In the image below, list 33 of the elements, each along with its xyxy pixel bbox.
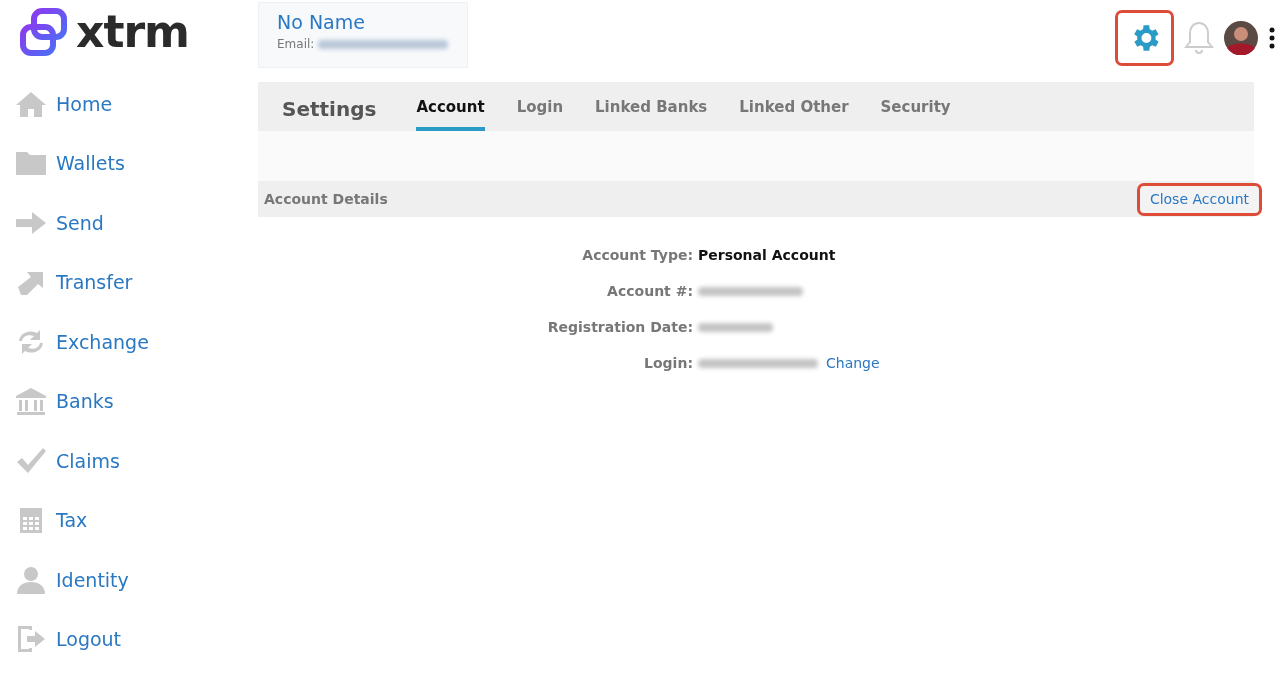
profile-name: No Name [277,10,366,35]
more-icon[interactable] [1268,27,1276,49]
field-label: Login: [643,354,693,373]
settings-button[interactable] [1115,10,1174,66]
logo-text: xtrm [76,10,189,54]
tab[interactable]: Login [516,82,564,131]
sidebar-item[interactable]: Wallets [15,133,250,193]
sidebar-item[interactable]: Send [15,193,250,253]
sidebar-item[interactable]: Transfer [15,252,250,312]
logout-icon [15,624,47,655]
sidebar-item[interactable]: Identity [15,550,250,610]
tab[interactable]: Linked Banks [595,82,708,131]
logo-icon [20,8,68,56]
sidebar-item[interactable]: Exchange [15,312,250,372]
avatar[interactable] [1224,21,1258,55]
email-label: Email: [277,37,315,51]
close-account-button[interactable]: Close Account [1136,182,1262,216]
bank-icon [15,386,47,417]
field-value: Personal Account [698,246,836,265]
section-title: Account Details [264,189,388,209]
tab[interactable]: Linked Other [739,82,849,131]
page-title: Settings [281,96,378,123]
sidebar-item[interactable]: Logout [15,609,250,669]
tab[interactable]: Security [880,82,951,131]
person-icon [15,564,47,595]
sidebar-item[interactable]: Banks [15,371,250,431]
field-label: Account #: [606,282,693,301]
field-label: Account Type: [581,246,693,265]
sidebar-item[interactable]: Home [15,74,250,134]
field-label: Registration Date: [546,318,693,337]
sidebar-item[interactable]: Claims [15,431,250,491]
change-link[interactable]: Change [826,353,880,374]
sidebar-item[interactable]: Tax [15,490,250,550]
